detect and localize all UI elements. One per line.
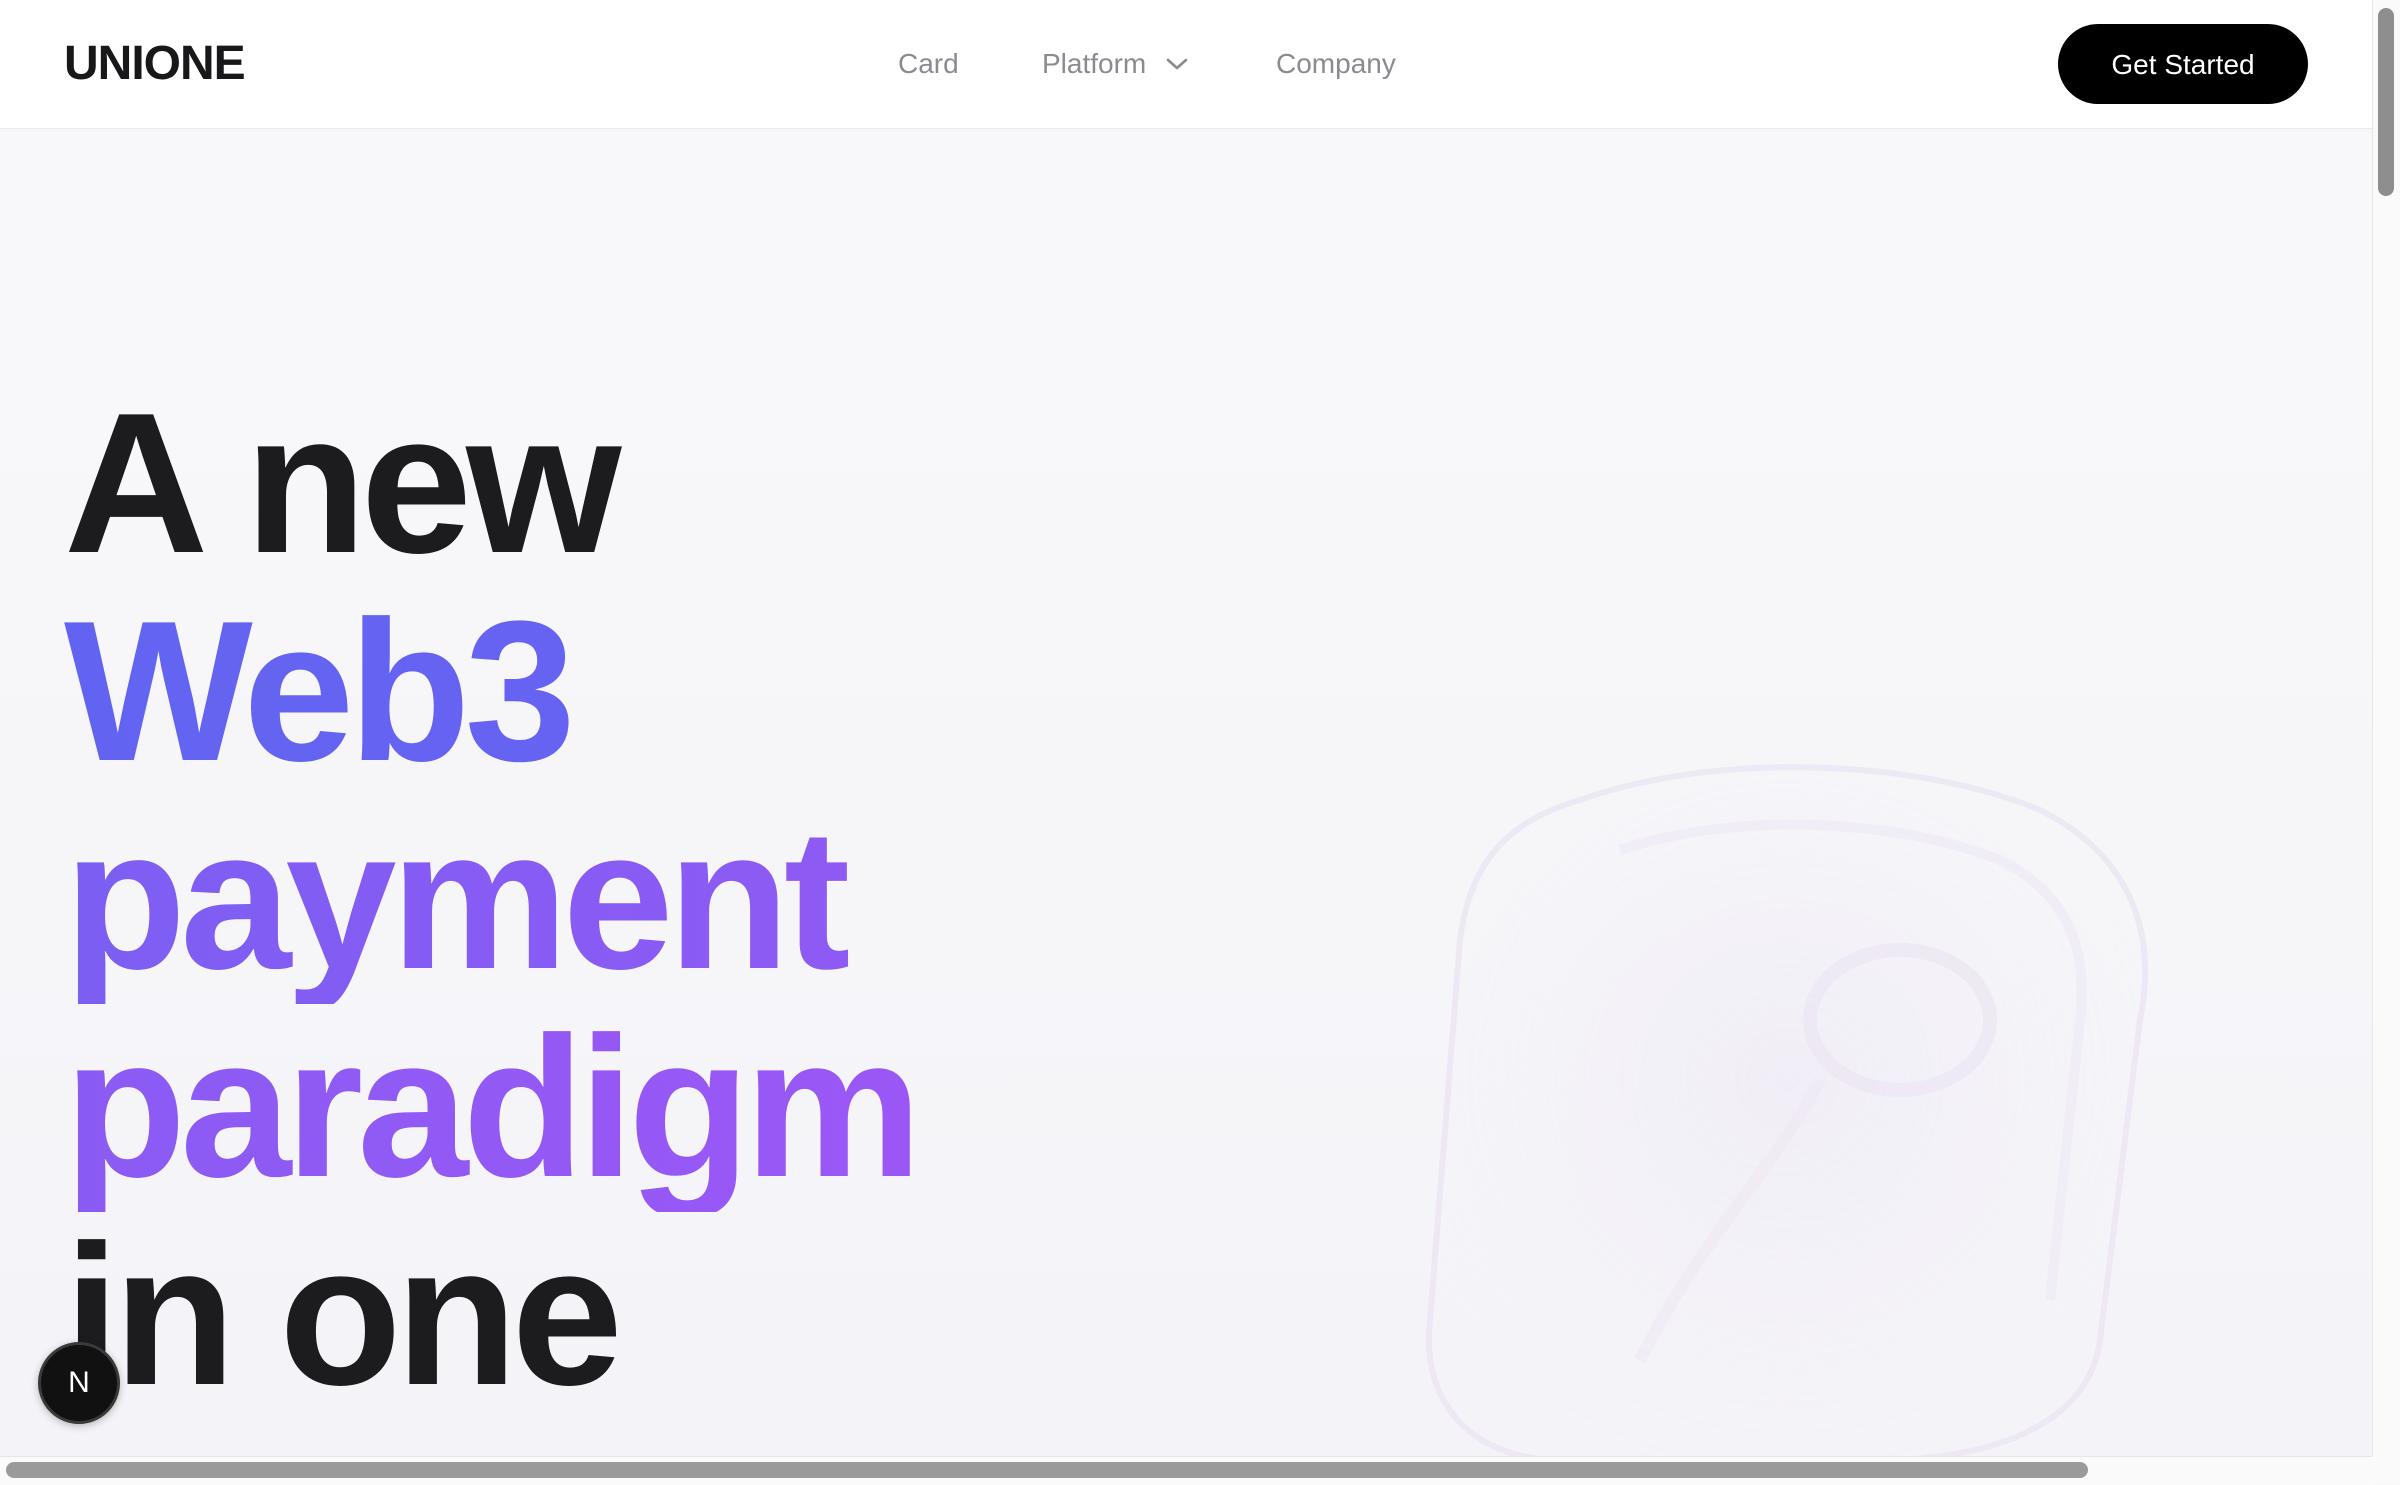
nav-link-card[interactable]: Card [898,44,959,84]
main-nav: Card Platform Company [0,44,2372,84]
scrollbar-corner [2372,1456,2400,1484]
hero-headline: A new Web3 payment paradigm in one [64,380,1364,1420]
horizontal-scrollbar-thumb[interactable] [6,1462,2088,1478]
vertical-scrollbar-thumb[interactable] [2378,8,2394,196]
hero-line-5: in one [64,1204,623,1427]
hero-line-1: A new [64,372,622,595]
background-card-illustration [1425,764,2149,1456]
nav-link-platform-label: Platform [1042,48,1147,79]
hero-line-4: paradigm [64,1004,1364,1212]
nav-link-platform[interactable]: Platform [1042,44,1188,84]
vertical-scrollbar[interactable] [2372,0,2400,1456]
hero-line-2: Web3 [64,588,1364,796]
site-header: UNIONE Card Platform Company Get Started [0,0,2372,129]
page-viewport: UNIONE Card Platform Company Get Started… [0,0,2372,1456]
get-started-button[interactable]: Get Started [2058,24,2308,104]
nav-link-company[interactable]: Company [1276,44,1396,84]
n-badge-button[interactable]: N [38,1342,120,1424]
chevron-down-icon [1166,58,1188,69]
hero-line-3: payment [64,796,1364,1004]
